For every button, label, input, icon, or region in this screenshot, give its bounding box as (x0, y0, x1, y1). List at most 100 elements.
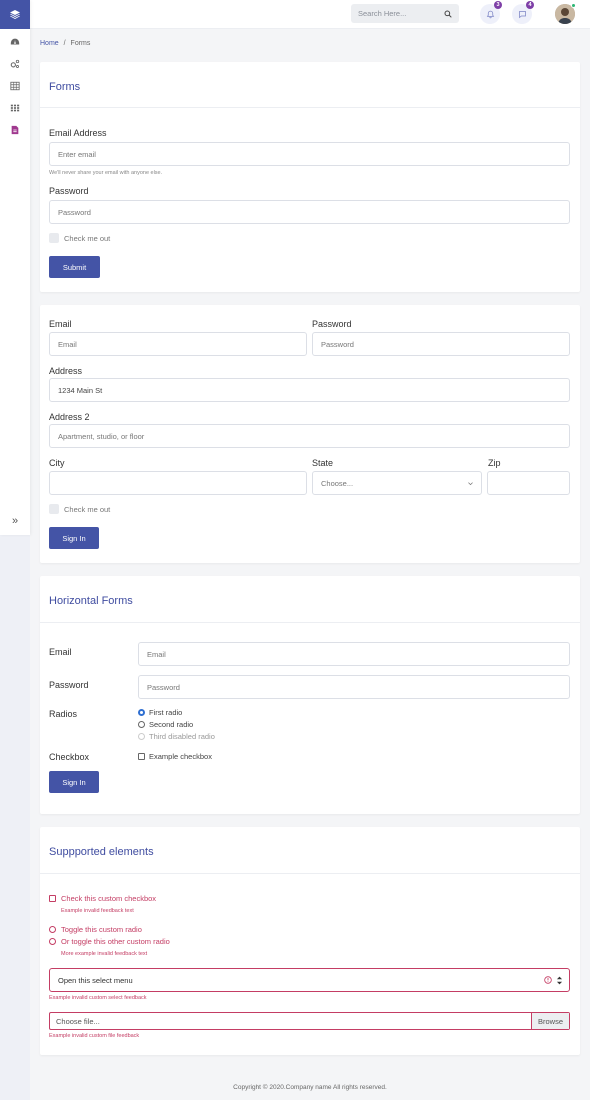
address-label: Address (49, 366, 83, 376)
submit-button[interactable]: Submit (49, 256, 100, 278)
search-input[interactable]: Search Here... (351, 4, 459, 23)
city-field[interactable] (49, 471, 307, 495)
top-header: Search Here... 3 4 (30, 0, 590, 29)
checkbox-label: Checkbox (49, 752, 90, 762)
checkbox-box[interactable] (49, 504, 59, 514)
zip-field[interactable] (487, 471, 570, 495)
messages-badge: 4 (526, 1, 534, 9)
sidebar-item-tables[interactable] (0, 75, 30, 97)
second-radio[interactable]: Second radio (138, 719, 193, 730)
email-label: Email (49, 647, 72, 657)
select-invalid-feedback: Example invalid custom select feedback (49, 995, 147, 1001)
checkbox-label: Check me out (64, 504, 111, 514)
email-help-text: We'll never share your email with anyone… (49, 170, 163, 176)
notifications-button[interactable]: 3 (480, 1, 502, 24)
email-address-label: Email Address (49, 128, 107, 138)
card-title: Horizontal Forms (49, 595, 133, 607)
radio-label: Second radio (149, 720, 194, 729)
radio-label: Third disabled radio (149, 732, 215, 741)
sign-in-button[interactable]: Sign In (49, 771, 99, 793)
password-label: Password (312, 319, 352, 329)
search-placeholder: Search Here... (358, 9, 407, 18)
custom-select[interactable]: Open this select menu (49, 968, 570, 992)
checkbox-invalid-feedback: Example invalid feedback text (61, 908, 134, 914)
chevrons-right-icon: » (11, 515, 19, 527)
sidebar-item-forms[interactable] (0, 119, 30, 141)
card-title: Forms (49, 81, 81, 93)
password-field[interactable]: Password (138, 675, 570, 699)
example-checkbox[interactable]: Example checkbox (138, 751, 212, 762)
chevron-down-icon (468, 481, 473, 485)
breadcrumb-home[interactable]: Home (40, 40, 59, 47)
password-label: Password (49, 680, 89, 690)
card-title: Suppported elements (49, 846, 154, 858)
checkbox-box[interactable] (49, 233, 59, 243)
notifications-badge: 3 (494, 1, 502, 9)
card-divider (40, 873, 580, 874)
sidebar-item-components[interactable] (0, 53, 30, 75)
gears-icon (10, 59, 20, 68)
custom-radio-1[interactable]: Toggle this custom radio (49, 925, 142, 934)
address-field[interactable]: 1234 Main St (49, 378, 570, 402)
radio-circle[interactable] (138, 709, 145, 716)
email-field[interactable]: Email (138, 642, 570, 666)
address2-field[interactable]: Apartment, studio, or floor (49, 424, 570, 448)
sidebar-item-grid[interactable] (0, 97, 30, 119)
checkbox-box[interactable] (138, 753, 145, 760)
grid-icon (10, 104, 20, 112)
radio-circle[interactable] (49, 926, 56, 933)
select-value: Open this select menu (58, 975, 133, 985)
file-invalid-feedback: Example invalid custom file feedback (49, 1033, 140, 1039)
sidebar-item-dashboard[interactable] (0, 31, 30, 53)
address2-label: Address 2 (49, 412, 90, 422)
state-label: State (312, 458, 334, 468)
custom-radio-2[interactable]: Or toggle this other custom radio (49, 937, 170, 946)
zip-label: Zip (488, 458, 501, 468)
breadcrumb-separator: / (63, 40, 66, 47)
radio-label: First radio (149, 708, 183, 717)
radio-circle (138, 733, 145, 740)
radio-invalid-feedback: More example invalid feedback text (61, 951, 148, 957)
email-field[interactable]: Enter email (49, 142, 570, 166)
state-select-value: Choose... (321, 478, 354, 488)
brand-logo[interactable] (0, 0, 30, 29)
state-select[interactable]: Choose... (312, 471, 482, 495)
password-label: Password (49, 186, 89, 196)
sidebar-collapse-button[interactable]: » (0, 511, 30, 531)
sidebar: » (0, 0, 30, 535)
breadcrumb: Home / Forms (40, 40, 90, 47)
search-icon[interactable] (444, 10, 452, 18)
sign-in-button[interactable]: Sign In (49, 527, 99, 549)
checkbox-box[interactable] (49, 895, 56, 902)
custom-radio-label: Toggle this custom radio (61, 925, 142, 934)
layers-icon (10, 9, 20, 19)
warning-icon (544, 976, 552, 984)
email-label: Email (49, 319, 72, 329)
radio-circle[interactable] (49, 938, 56, 945)
supported-elements-card: Suppported elements Check this custom ch… (40, 827, 580, 1055)
card-divider (40, 622, 580, 623)
custom-file-input[interactable]: Choose file... Browse (49, 1012, 570, 1030)
check-me-out-checkbox[interactable]: Check me out (49, 504, 110, 514)
sort-caret-icon (556, 976, 563, 984)
custom-checkbox[interactable]: Check this custom checkbox (49, 894, 156, 903)
messages-button[interactable]: 4 (512, 1, 534, 24)
bell-icon (486, 10, 494, 18)
checkbox-option-label: Example checkbox (149, 752, 212, 761)
browse-button[interactable]: Browse (530, 1013, 569, 1029)
online-status-dot (571, 3, 576, 8)
file-placeholder: Choose file... (56, 1016, 100, 1026)
radio-circle[interactable] (138, 721, 145, 728)
sidebar-background (0, 535, 30, 1100)
chat-icon (518, 10, 526, 18)
first-radio[interactable]: First radio (138, 707, 182, 718)
breadcrumb-current: Forms (70, 40, 91, 47)
email-field[interactable]: Email (49, 332, 307, 356)
custom-checkbox-label: Check this custom checkbox (61, 894, 157, 903)
password-field[interactable]: Password (312, 332, 570, 356)
password-field[interactable]: Password (49, 200, 570, 224)
forms-card: Forms Email Address Enter email We'll ne… (40, 62, 580, 292)
card-divider (40, 107, 580, 108)
check-me-out-checkbox[interactable]: Check me out (49, 233, 110, 243)
city-label: City (49, 458, 65, 468)
